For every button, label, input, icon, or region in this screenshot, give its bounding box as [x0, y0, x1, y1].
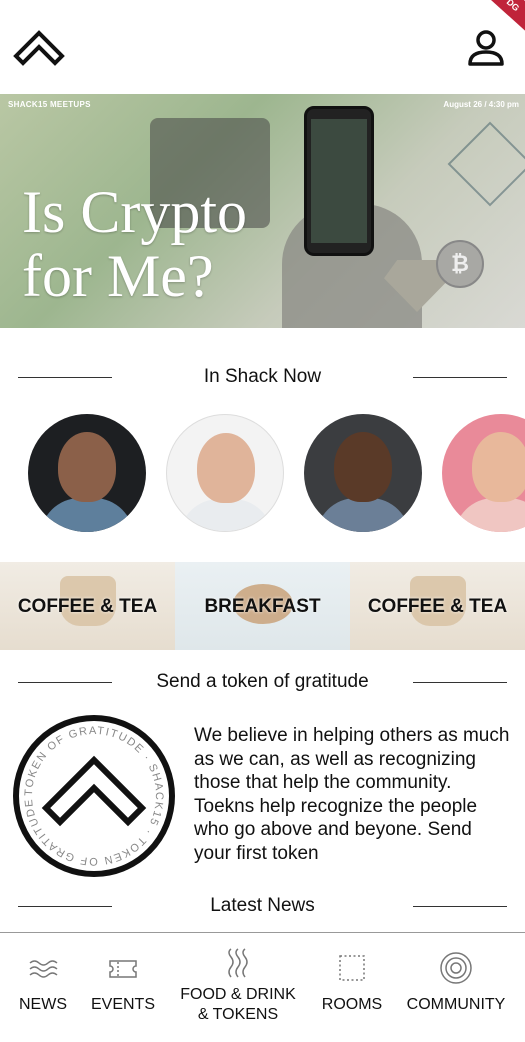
food-categories: COFFEE & TEA BREAKFAST COFFEE & TEA — [0, 562, 525, 650]
tab-rooms[interactable]: ROOMS — [316, 933, 388, 1042]
gratitude-description: We believe in helping others as much as … — [194, 725, 510, 864]
hero-title: Is Crypto for Me? — [22, 179, 247, 309]
token-of-gratitude-seal-icon[interactable]: TOKEN OF GRATITUDE · SHACK15 · TOKEN OF … — [7, 705, 176, 878]
people-carousel[interactable] — [0, 410, 525, 536]
food-tile-label: COFFEE & TEA — [17, 596, 158, 617]
bitcoin-coin-icon: ₿ — [436, 240, 484, 288]
avatar[interactable] — [442, 414, 525, 532]
hero-collage-crystal — [447, 121, 525, 207]
app-header: DG — [0, 0, 525, 94]
avatar[interactable] — [28, 414, 146, 532]
chevron-up-logo-icon[interactable] — [12, 24, 66, 66]
avatar[interactable] — [166, 414, 284, 532]
latest-news-heading: Latest News — [0, 891, 525, 921]
food-tile-coffee-tea-2[interactable]: COFFEE & TEA — [350, 562, 525, 650]
news-waves-icon — [26, 951, 60, 985]
user-profile-icon[interactable] — [466, 28, 506, 68]
tab-community[interactable]: COMMUNITY — [400, 933, 512, 1042]
hero-date: August 26 / 4:30 pm — [443, 100, 519, 109]
bottom-tab-bar: NEWS EVENTS FOOD & DRINK & TOKENS ROOMS — [0, 932, 525, 1042]
tab-food-drink-tokens[interactable]: FOOD & DRINK & TOKENS — [174, 933, 302, 1042]
hero-collage-phone — [304, 106, 374, 256]
tab-label: FOOD & DRINK & TOKENS — [180, 986, 296, 1023]
event-hero-banner[interactable]: ₿ SHACK15 MEETUPS August 26 / 4:30 pm Is… — [0, 94, 525, 328]
room-square-icon — [335, 951, 369, 985]
ticket-icon — [106, 951, 140, 985]
hero-brand: SHACK15 MEETUPS — [8, 100, 91, 109]
food-tile-label: BREAKFAST — [204, 596, 321, 617]
in-shack-now-heading: In Shack Now — [0, 362, 525, 392]
steam-icon — [221, 947, 255, 981]
community-circles-icon — [439, 951, 473, 985]
tab-label: EVENTS — [90, 996, 155, 1013]
tab-label: NEWS — [19, 996, 67, 1013]
tab-events[interactable]: EVENTS — [86, 933, 160, 1042]
avatar[interactable] — [304, 414, 422, 532]
food-tile-coffee-tea[interactable]: COFFEE & TEA — [0, 562, 175, 650]
tab-label: COMMUNITY — [406, 996, 506, 1013]
tab-news[interactable]: NEWS — [6, 933, 80, 1042]
tab-label: ROOMS — [321, 996, 383, 1013]
food-tile-breakfast[interactable]: BREAKFAST — [175, 562, 350, 650]
food-tile-label: COFFEE & TEA — [367, 596, 508, 617]
gratitude-heading: Send a token of gratitude — [0, 667, 525, 697]
